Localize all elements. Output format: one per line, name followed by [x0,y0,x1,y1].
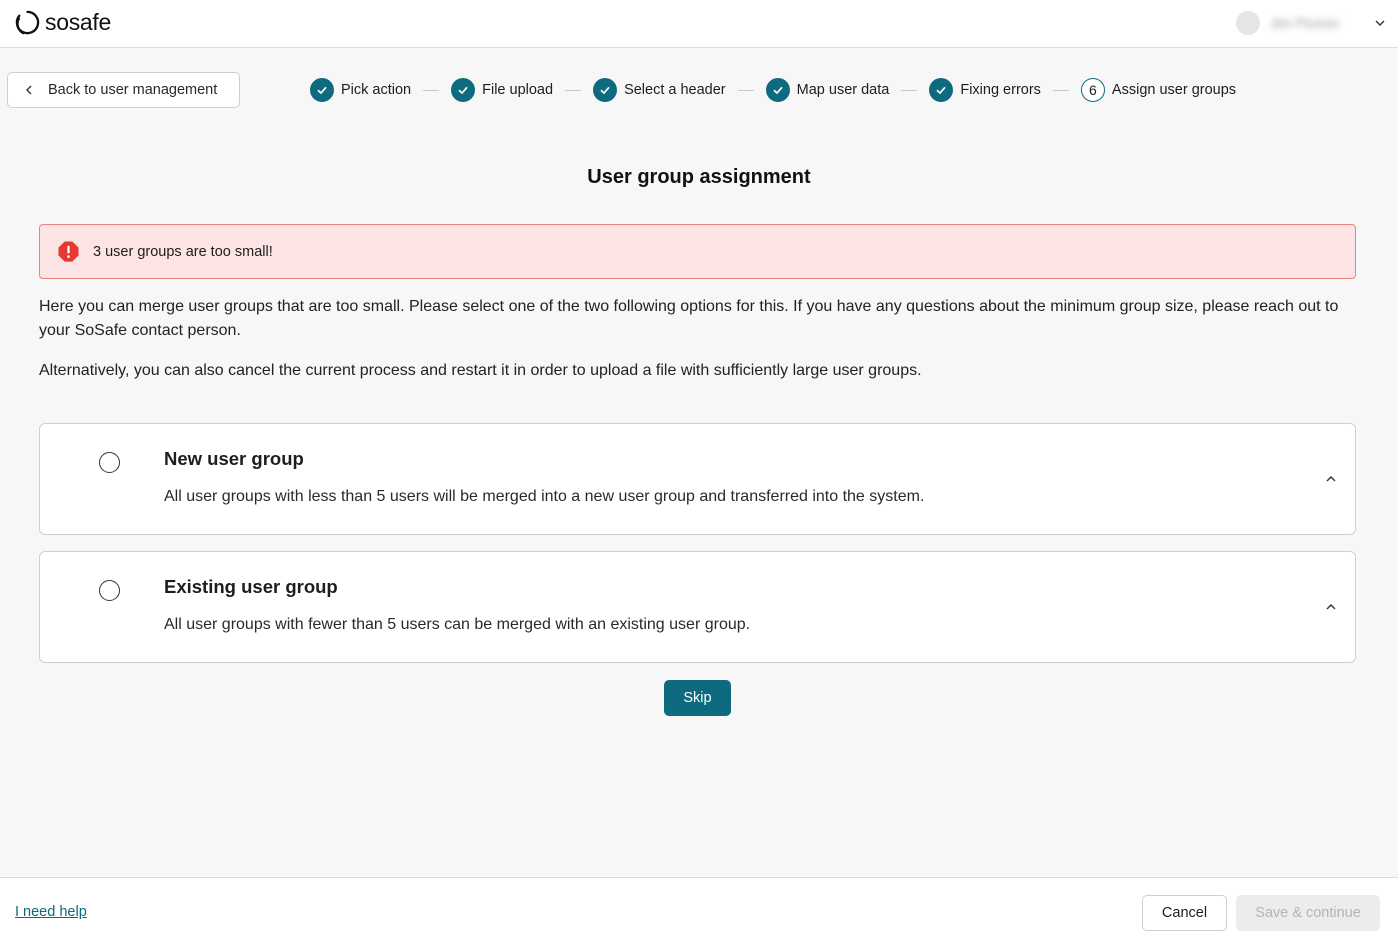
step-separator [901,89,918,91]
check-icon [765,78,790,102]
check-icon [929,78,954,102]
step-separator [565,89,582,91]
radio-existing-user-group[interactable] [99,580,120,601]
option-description: All user groups with less than 5 users w… [164,488,925,505]
step-pick-action: Pick action [310,78,411,102]
help-link[interactable]: I need help [15,904,87,920]
save-continue-button[interactable]: Save & continue [1236,895,1380,931]
chevron-left-icon [24,85,34,95]
step-file-upload: File upload [451,78,553,102]
warning-icon [57,240,80,263]
step-select-header: Select a header [593,78,726,102]
step-assign-user-groups: 6 Assign user groups [1080,78,1237,102]
chevron-up-icon[interactable] [1325,601,1337,613]
step-separator [1052,89,1069,91]
step-label: Pick action [341,82,412,98]
step-number: 6 [1080,78,1105,102]
alert-text: 3 user groups are too small! [93,243,273,260]
chevron-up-icon[interactable] [1325,473,1337,485]
step-separator [423,89,440,91]
logo-text: sosafe [45,8,111,35]
progress-stepper: Pick action File upload Select a header … [310,78,1236,102]
step-label: Map user data [796,82,890,98]
user-menu[interactable]: Jim Plumer [1236,10,1386,36]
check-icon [310,78,334,102]
option-description: All user groups with fewer than 5 users … [164,616,751,633]
check-icon [451,78,476,102]
step-fixing-errors: Fixing errors [929,78,1041,102]
radio-new-user-group[interactable] [99,452,120,473]
step-label: Select a header [624,82,726,98]
option-new-user-group[interactable]: New user group All user groups with less… [39,423,1356,535]
step-label: File upload [482,82,554,98]
step-label: Fixing errors [960,82,1041,98]
option-existing-user-group[interactable]: Existing user group All user groups with… [39,551,1356,663]
sosafe-logo[interactable]: sosafe [14,8,111,36]
step-label: Assign user groups [1111,82,1237,98]
alternative-paragraph: Alternatively, you can also cancel the c… [39,362,922,379]
logo-ring-icon [15,10,40,34]
back-to-user-management-button[interactable]: Back to user management [7,72,240,108]
user-name: Jim Plumer [1270,15,1341,31]
check-icon [593,78,618,102]
top-bar: sosafe Jim Plumer [0,0,1398,48]
error-alert: 3 user groups are too small! [39,224,1356,279]
back-button-label: Back to user management [48,82,218,98]
chevron-down-icon [1374,17,1386,29]
page-title: User group assignment [587,166,811,188]
avatar [1236,11,1260,35]
footer: I need help Cancel Save & continue [0,877,1398,940]
option-title: New user group [164,448,304,469]
intro-paragraph: Here you can merge user groups that are … [39,298,1339,339]
step-map-user-data: Map user data [765,78,890,102]
skip-button[interactable]: Skip [664,680,731,716]
cancel-button[interactable]: Cancel [1142,895,1227,931]
step-separator [737,89,754,91]
option-title: Existing user group [164,576,338,597]
